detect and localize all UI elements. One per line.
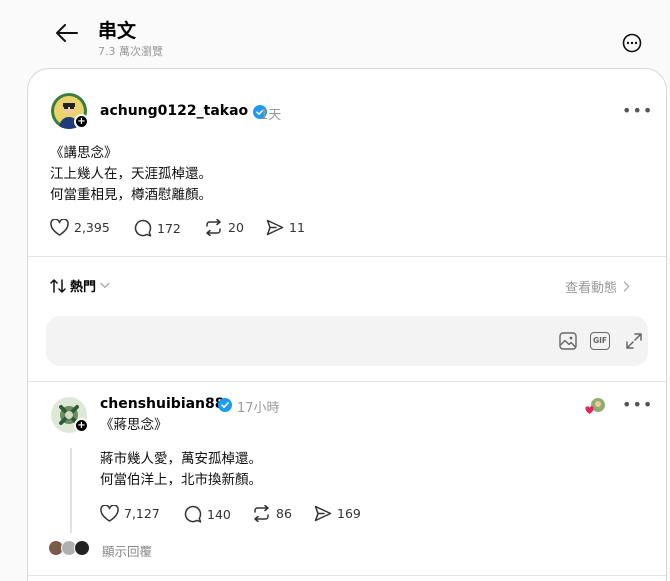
like-count: 2,395 [74, 220, 110, 235]
comment-button[interactable]: 140 [184, 505, 231, 523]
thread-card: + achung0122_takao 1天 ••• 《講思念》 江上幾人在，天涯… [27, 68, 667, 581]
share-count: 11 [289, 220, 305, 235]
gif-label: GIF [592, 336, 608, 345]
author-liked-icon [585, 397, 606, 414]
post-username[interactable]: achung0122_takao [100, 103, 248, 119]
post-line: 何當伯洋上，北市換新顏。 [100, 472, 262, 488]
share-button[interactable]: 11 [266, 219, 305, 236]
view-activity-link[interactable]: 查看動態 [565, 277, 630, 296]
repost-button[interactable]: 86 [252, 505, 292, 522]
arrow-left-icon [56, 24, 78, 42]
post-line: 江上幾人在，天涯孤棹還。 [50, 166, 212, 182]
reply-time[interactable]: 17小時 [237, 397, 280, 416]
reply-text: 蔣市幾人愛，萬安孤棹還。 何當伯洋上，北市換新顏。 [100, 449, 262, 491]
like-button[interactable]: 7,127 [100, 505, 160, 522]
divider [28, 256, 666, 257]
like-button[interactable]: 2,395 [50, 219, 110, 236]
chevron-down-icon [100, 282, 110, 289]
expand-icon[interactable] [624, 331, 644, 351]
sort-icon [50, 278, 66, 293]
verified-icon [218, 398, 232, 412]
heart-icon [50, 219, 69, 236]
post-line: 蔣市幾人愛，萬安孤棹還。 [100, 451, 262, 467]
like-count: 7,127 [124, 506, 160, 521]
sort-dropdown[interactable]: 熱門 [50, 276, 110, 295]
image-icon[interactable] [558, 331, 578, 351]
divider [28, 381, 666, 382]
top-bar: 串文 7.3 萬次瀏覽 [0, 0, 670, 68]
comment-icon [184, 505, 202, 523]
comment-count: 140 [207, 506, 231, 522]
page-title: 串文 [98, 20, 137, 42]
post-more-button[interactable]: ••• [622, 103, 653, 119]
reply-title: 《蔣思念》 [100, 417, 168, 433]
chevron-right-icon [623, 281, 630, 292]
divider [28, 575, 666, 576]
replier-avatar [74, 540, 90, 556]
comment-count: 172 [157, 220, 181, 236]
post-line: 何當重相見，樽酒慰離顏。 [50, 187, 212, 203]
heart-icon [100, 505, 119, 522]
share-button[interactable]: 169 [314, 505, 361, 522]
sort-label: 熱門 [70, 280, 97, 295]
follow-plus-icon[interactable]: + [74, 114, 89, 129]
comment-button[interactable]: 172 [134, 219, 181, 237]
show-replies-link[interactable]: 顯示回覆 [102, 541, 152, 560]
share-icon [314, 505, 332, 522]
reply-more-button[interactable]: ••• [622, 397, 653, 413]
post-time[interactable]: 1天 [260, 104, 281, 123]
reply-input[interactable] [60, 330, 520, 352]
gif-button[interactable]: GIF [590, 332, 610, 350]
back-button[interactable] [54, 20, 80, 46]
post-text: 《講思念》 江上幾人在，天涯孤棹還。 何當重相見，樽酒慰離顏。 [50, 143, 212, 206]
post-line: 《講思念》 [50, 145, 118, 161]
follow-plus-icon[interactable]: + [74, 418, 89, 433]
repost-icon [254, 505, 269, 522]
more-circle-icon [622, 33, 642, 53]
repost-icon [206, 219, 221, 236]
thread-line [70, 448, 72, 533]
view-activity-label: 查看動態 [565, 281, 618, 296]
view-count: 7.3 萬次瀏覽 [98, 45, 163, 58]
more-options-button[interactable] [620, 31, 644, 55]
repost-button[interactable]: 20 [204, 219, 244, 236]
reply-username[interactable]: chenshuibian88 [100, 396, 225, 412]
share-icon [266, 219, 284, 236]
repost-count: 86 [276, 506, 292, 521]
reply-composer: GIF [46, 316, 648, 366]
share-count: 169 [337, 506, 361, 521]
repost-count: 20 [228, 220, 244, 235]
comment-icon [134, 219, 152, 237]
